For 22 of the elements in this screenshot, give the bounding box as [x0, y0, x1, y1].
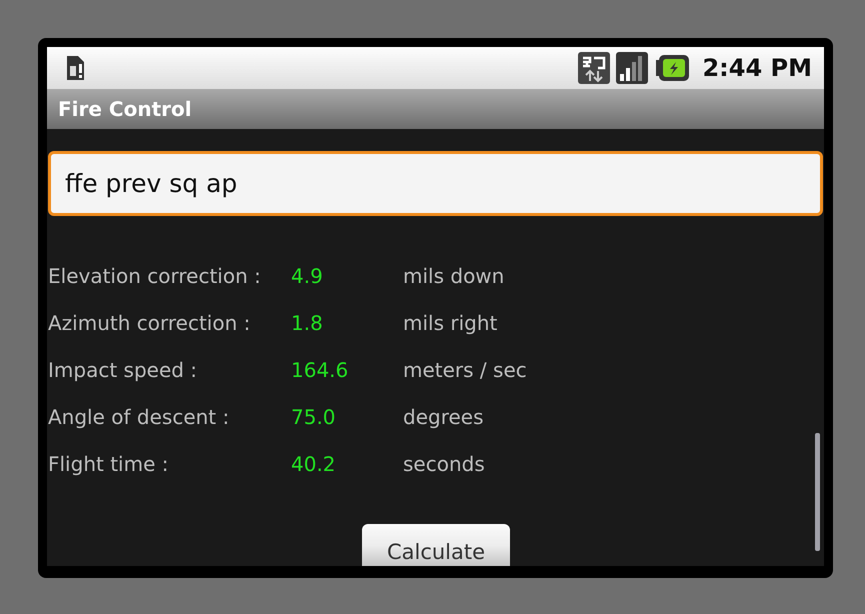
result-unit: mils down [403, 264, 506, 288]
result-unit: meters / sec [403, 358, 528, 382]
result-unit: degrees [403, 405, 485, 429]
result-label: Elevation correction : [48, 264, 262, 288]
result-value: 4.9 [291, 264, 324, 288]
result-label: Angle of descent : [48, 405, 230, 429]
signal-icon [616, 52, 648, 84]
app-title: Fire Control [47, 89, 824, 129]
result-label: Flight time : [48, 452, 170, 476]
result-unit: seconds [403, 452, 486, 476]
result-value: 1.8 [291, 311, 324, 335]
result-value: 40.2 [291, 452, 337, 476]
battery-charging-icon [654, 54, 690, 82]
command-input-field[interactable]: ffe prev sq ap [48, 151, 823, 216]
result-unit: mils right [403, 311, 498, 335]
clock-time: 2:44 PM [702, 54, 812, 82]
calculate-button[interactable]: Calculate [362, 524, 510, 566]
result-label: Azimuth correction : [48, 311, 252, 335]
result-value: 164.6 [291, 358, 350, 382]
network-icon [578, 52, 610, 84]
result-label: Impact speed : [48, 358, 198, 382]
result-value: 75.0 [291, 405, 337, 429]
